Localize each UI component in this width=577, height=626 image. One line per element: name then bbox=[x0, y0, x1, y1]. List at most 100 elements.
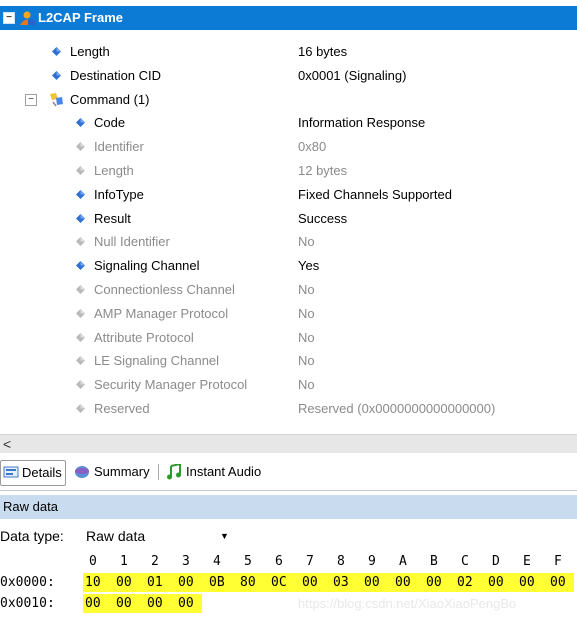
hex-byte[interactable]: 0C bbox=[271, 573, 287, 593]
scroll-left-arrow-icon[interactable]: < bbox=[3, 435, 11, 453]
hex-column-label: 5 bbox=[244, 554, 252, 569]
field-value: Success bbox=[298, 210, 348, 226]
field-row[interactable]: InfoType Fixed Channels Supported bbox=[0, 183, 577, 207]
hex-column-label: E bbox=[523, 554, 531, 569]
field-name: Command (1) bbox=[70, 91, 150, 107]
field-name: Identifier bbox=[94, 139, 144, 155]
field-row[interactable]: Null Identifier No bbox=[0, 230, 577, 254]
field-diamond-disabled-icon bbox=[76, 356, 85, 366]
tab-summary[interactable]: Summary bbox=[70, 460, 156, 484]
field-name: Code bbox=[94, 115, 126, 131]
field-row[interactable]: Signaling Channel Yes bbox=[0, 254, 577, 278]
music-note-icon bbox=[167, 464, 181, 480]
field-name: Destination CID bbox=[70, 67, 162, 83]
horizontal-scrollbar[interactable]: < bbox=[0, 434, 577, 453]
command-group-icon bbox=[50, 92, 63, 107]
field-name: LE Signaling Channel bbox=[94, 353, 220, 369]
hex-byte[interactable]: 00 bbox=[395, 573, 411, 593]
field-row[interactable]: Code Information Response bbox=[0, 111, 577, 135]
hex-column-label: F bbox=[554, 554, 562, 569]
field-row[interactable]: Attribute Protocol No bbox=[0, 326, 577, 350]
hex-byte[interactable]: 00 bbox=[364, 573, 380, 593]
raw-data-header: Raw data bbox=[0, 495, 577, 519]
hex-byte[interactable]: 01 bbox=[147, 573, 163, 593]
data-type-label: Data type: bbox=[0, 528, 64, 544]
hex-byte[interactable]: 0B bbox=[209, 573, 225, 593]
field-row[interactable]: Connectionless Channel No bbox=[0, 278, 577, 302]
l2cap-frame-icon bbox=[20, 11, 35, 25]
dropdown-arrow-icon[interactable]: ▼ bbox=[220, 524, 229, 548]
field-row[interactable]: AMP Manager Protocol No bbox=[0, 302, 577, 326]
frame-header-row[interactable]: − L2CAP Frame bbox=[0, 6, 577, 30]
field-row[interactable]: Reserved Reserved (0x0000000000000000) bbox=[0, 397, 577, 421]
hex-byte[interactable]: 00 bbox=[85, 594, 101, 614]
hex-byte[interactable]: 10 bbox=[85, 573, 101, 593]
field-name: Attribute Protocol bbox=[94, 329, 194, 345]
hex-byte[interactable]: 80 bbox=[240, 573, 256, 593]
hex-byte[interactable]: 00 bbox=[426, 573, 442, 593]
hex-column-label: 2 bbox=[151, 554, 159, 569]
field-value: No bbox=[298, 377, 315, 393]
field-value: No bbox=[298, 234, 315, 250]
field-row[interactable]: Destination CID 0x0001 (Signaling) bbox=[0, 64, 577, 88]
field-value: No bbox=[298, 329, 315, 345]
hex-byte[interactable]: 03 bbox=[333, 573, 349, 593]
field-row[interactable]: LE Signaling Channel No bbox=[0, 349, 577, 373]
field-name: Signaling Channel bbox=[94, 258, 200, 274]
hex-byte[interactable]: 00 bbox=[147, 594, 163, 614]
field-name: Null Identifier bbox=[94, 234, 170, 250]
hex-byte[interactable]: 02 bbox=[457, 573, 473, 593]
details-icon bbox=[3, 466, 19, 478]
frame-label: L2CAP Frame bbox=[38, 10, 124, 25]
field-name: Reserved bbox=[94, 401, 150, 416]
field-name: Security Manager Protocol bbox=[94, 377, 248, 393]
hex-byte[interactable]: 00 bbox=[519, 573, 535, 593]
field-row[interactable]: Result Success bbox=[0, 207, 577, 231]
command-group-row[interactable]: − Command (1) bbox=[0, 88, 577, 112]
hex-column-label: 7 bbox=[306, 554, 314, 569]
hex-byte[interactable]: 00 bbox=[178, 573, 194, 593]
field-name: InfoType bbox=[94, 186, 144, 202]
hex-column-label: A bbox=[399, 554, 407, 569]
hex-column-label: 1 bbox=[120, 554, 128, 569]
field-diamond-icon bbox=[76, 261, 85, 271]
hex-byte[interactable]: 00 bbox=[116, 594, 132, 614]
watermark-text: https://blog.csdn.net/XiaoXiaoPengBo bbox=[298, 596, 517, 611]
field-row[interactable]: Identifier 0x80 bbox=[0, 135, 577, 159]
field-row[interactable]: Security Manager Protocol No bbox=[0, 373, 577, 397]
tab-details-label: Details bbox=[22, 465, 62, 480]
hex-byte[interactable]: 00 bbox=[488, 573, 504, 593]
field-value: 0x0001 (Signaling) bbox=[298, 67, 407, 83]
field-value: Fixed Channels Supported bbox=[298, 186, 452, 202]
field-diamond-disabled-icon bbox=[76, 308, 85, 318]
hex-byte[interactable]: 00 bbox=[550, 573, 566, 593]
hex-byte[interactable]: 00 bbox=[178, 594, 194, 614]
hex-column-label: 6 bbox=[275, 554, 283, 569]
field-name: AMP Manager Protocol bbox=[94, 305, 229, 321]
data-type-row: Data type: Raw data ▼ bbox=[0, 524, 577, 548]
field-value: 12 bytes bbox=[298, 163, 348, 178]
tab-details[interactable]: Details bbox=[0, 460, 66, 486]
view-tabs: Details Summary Instant Audio bbox=[0, 454, 577, 491]
field-row[interactable]: Length 12 bytes bbox=[0, 159, 577, 183]
field-value: No bbox=[298, 305, 315, 321]
hex-column-label: 4 bbox=[213, 554, 221, 569]
field-row[interactable]: Length 16 bytes bbox=[0, 40, 577, 64]
field-diamond-icon bbox=[52, 47, 61, 56]
hex-column-label: D bbox=[492, 554, 500, 569]
tab-instant-audio[interactable]: Instant Audio bbox=[164, 460, 274, 484]
data-type-select[interactable]: Raw data bbox=[86, 524, 145, 548]
tab-summary-label: Summary bbox=[94, 464, 150, 479]
collapse-toggle[interactable]: − bbox=[3, 12, 15, 24]
field-name: Length bbox=[94, 163, 134, 178]
field-diamond-disabled-icon bbox=[76, 380, 85, 390]
hex-byte[interactable]: 00 bbox=[302, 573, 318, 593]
raw-data-title: Raw data bbox=[3, 499, 58, 514]
decode-tree: − L2CAP Frame Length 16 bytes Destination … bbox=[0, 0, 577, 434]
hex-column-label: B bbox=[430, 554, 438, 569]
field-name: Connectionless Channel bbox=[94, 282, 235, 297]
hex-byte[interactable]: 00 bbox=[116, 573, 132, 593]
field-value: No bbox=[298, 282, 315, 297]
field-diamond-icon bbox=[52, 70, 61, 80]
collapse-toggle[interactable]: − bbox=[25, 93, 37, 106]
